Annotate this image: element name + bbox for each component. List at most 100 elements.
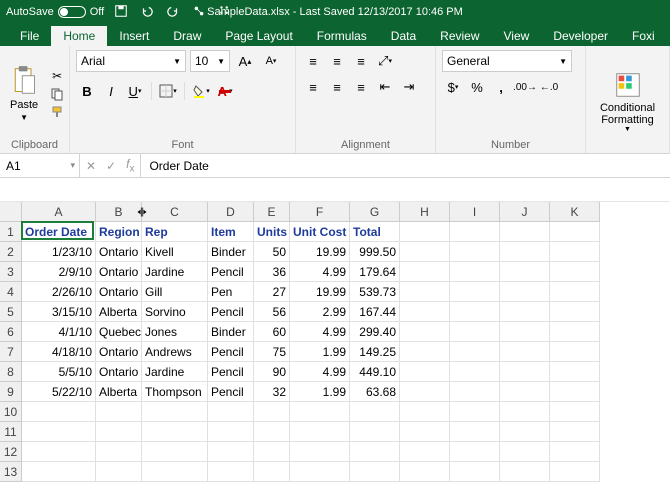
cell[interactable] (400, 422, 450, 442)
cell[interactable] (450, 322, 500, 342)
cell[interactable] (254, 422, 290, 442)
cell[interactable]: 1.99 (290, 342, 350, 362)
tab-file[interactable]: File (8, 26, 51, 46)
cell[interactable]: 449.10 (350, 362, 400, 382)
cell[interactable] (450, 222, 500, 242)
row-header[interactable]: 8 (0, 362, 22, 382)
cell[interactable] (550, 382, 600, 402)
row-header[interactable]: 12 (0, 442, 22, 462)
cell[interactable]: Ontario (96, 262, 142, 282)
cell[interactable]: 3/15/10 (22, 302, 96, 322)
row-header[interactable]: 7 (0, 342, 22, 362)
cell[interactable] (400, 282, 450, 302)
cell[interactable]: 5/22/10 (22, 382, 96, 402)
cell[interactable]: 60 (254, 322, 290, 342)
cell[interactable] (550, 222, 600, 242)
copy-icon[interactable] (48, 86, 66, 102)
percent-format-icon[interactable]: % (466, 76, 488, 98)
borders-icon[interactable]: ▾ (157, 80, 179, 102)
enter-icon[interactable]: ✓ (106, 159, 116, 173)
cell[interactable] (500, 342, 550, 362)
tab-home[interactable]: Home (51, 26, 107, 46)
cell[interactable]: Binder (208, 242, 254, 262)
save-icon[interactable] (114, 4, 128, 21)
cell[interactable] (500, 442, 550, 462)
cell[interactable]: 539.73 (350, 282, 400, 302)
cell[interactable] (400, 262, 450, 282)
cell[interactable] (400, 362, 450, 382)
cell[interactable]: Quebec (96, 322, 142, 342)
name-box[interactable]: A1 (0, 154, 80, 177)
cell[interactable]: 1.99 (290, 382, 350, 402)
cell[interactable] (500, 302, 550, 322)
row-header[interactable]: 11 (0, 422, 22, 442)
indent-decrease-icon[interactable]: ⇤ (374, 76, 396, 98)
cell[interactable]: Order Date (22, 222, 96, 242)
tab-data[interactable]: Data (379, 26, 428, 46)
cell[interactable]: 36 (254, 262, 290, 282)
select-all-corner[interactable] (0, 202, 22, 222)
tab-foxi[interactable]: Foxi (620, 26, 667, 46)
cell[interactable] (208, 402, 254, 422)
align-right-icon[interactable]: ≡ (350, 76, 372, 98)
cell[interactable]: Pencil (208, 362, 254, 382)
cell[interactable]: Total (350, 222, 400, 242)
cell[interactable]: Jardine (142, 362, 208, 382)
cell[interactable]: 75 (254, 342, 290, 362)
row-header[interactable]: 5 (0, 302, 22, 322)
cell[interactable] (254, 402, 290, 422)
increase-decimal-icon[interactable]: .00→ (514, 76, 536, 98)
cell[interactable] (400, 302, 450, 322)
cell[interactable] (400, 462, 450, 482)
cell[interactable]: 5/5/10 (22, 362, 96, 382)
cell[interactable] (550, 302, 600, 322)
tab-insert[interactable]: Insert (107, 26, 161, 46)
cell[interactable]: Rep (142, 222, 208, 242)
cell[interactable]: Pencil (208, 262, 254, 282)
tab-review[interactable]: Review (428, 26, 491, 46)
cell[interactable] (254, 462, 290, 482)
cell[interactable] (208, 442, 254, 462)
align-center-icon[interactable]: ≡ (326, 76, 348, 98)
cell[interactable] (96, 462, 142, 482)
cell[interactable]: Jardine (142, 262, 208, 282)
cell[interactable]: Gill (142, 282, 208, 302)
cell[interactable] (500, 382, 550, 402)
orientation-icon[interactable]: ⤢▾ (374, 50, 396, 72)
cell[interactable]: Item (208, 222, 254, 242)
font-family-select[interactable]: Arial▼ (76, 50, 186, 72)
cell[interactable]: 179.64 (350, 262, 400, 282)
cell[interactable] (500, 242, 550, 262)
cell[interactable] (450, 442, 500, 462)
cell[interactable]: Jones (142, 322, 208, 342)
underline-button[interactable]: U▾ (124, 80, 146, 102)
decrease-font-icon[interactable]: A▾ (260, 50, 282, 72)
cell[interactable] (450, 262, 500, 282)
cell[interactable]: 19.99 (290, 282, 350, 302)
cell[interactable] (142, 462, 208, 482)
cell[interactable] (400, 322, 450, 342)
cell[interactable] (550, 402, 600, 422)
cell[interactable] (450, 342, 500, 362)
cell[interactable] (350, 462, 400, 482)
cell[interactable]: 999.50 (350, 242, 400, 262)
cancel-icon[interactable]: ✕ (86, 159, 96, 173)
cell[interactable] (350, 402, 400, 422)
cell[interactable]: 149.25 (350, 342, 400, 362)
cell[interactable]: Sorvino (142, 302, 208, 322)
cell[interactable]: 2.99 (290, 302, 350, 322)
cell[interactable]: 27 (254, 282, 290, 302)
cell[interactable] (500, 282, 550, 302)
spreadsheet-grid[interactable]: ABCDEFGHIJK 12345678910111213 Order Date… (0, 202, 670, 500)
column-header[interactable]: K (550, 202, 600, 222)
cell[interactable] (450, 402, 500, 422)
cell[interactable] (400, 442, 450, 462)
align-middle-icon[interactable]: ≡ (326, 50, 348, 72)
cell[interactable] (550, 322, 600, 342)
cell[interactable] (254, 442, 290, 462)
cell[interactable] (208, 422, 254, 442)
cell[interactable] (22, 402, 96, 422)
cell[interactable] (350, 442, 400, 462)
cell[interactable]: Thompson (142, 382, 208, 402)
number-format-select[interactable]: General▼ (442, 50, 572, 72)
